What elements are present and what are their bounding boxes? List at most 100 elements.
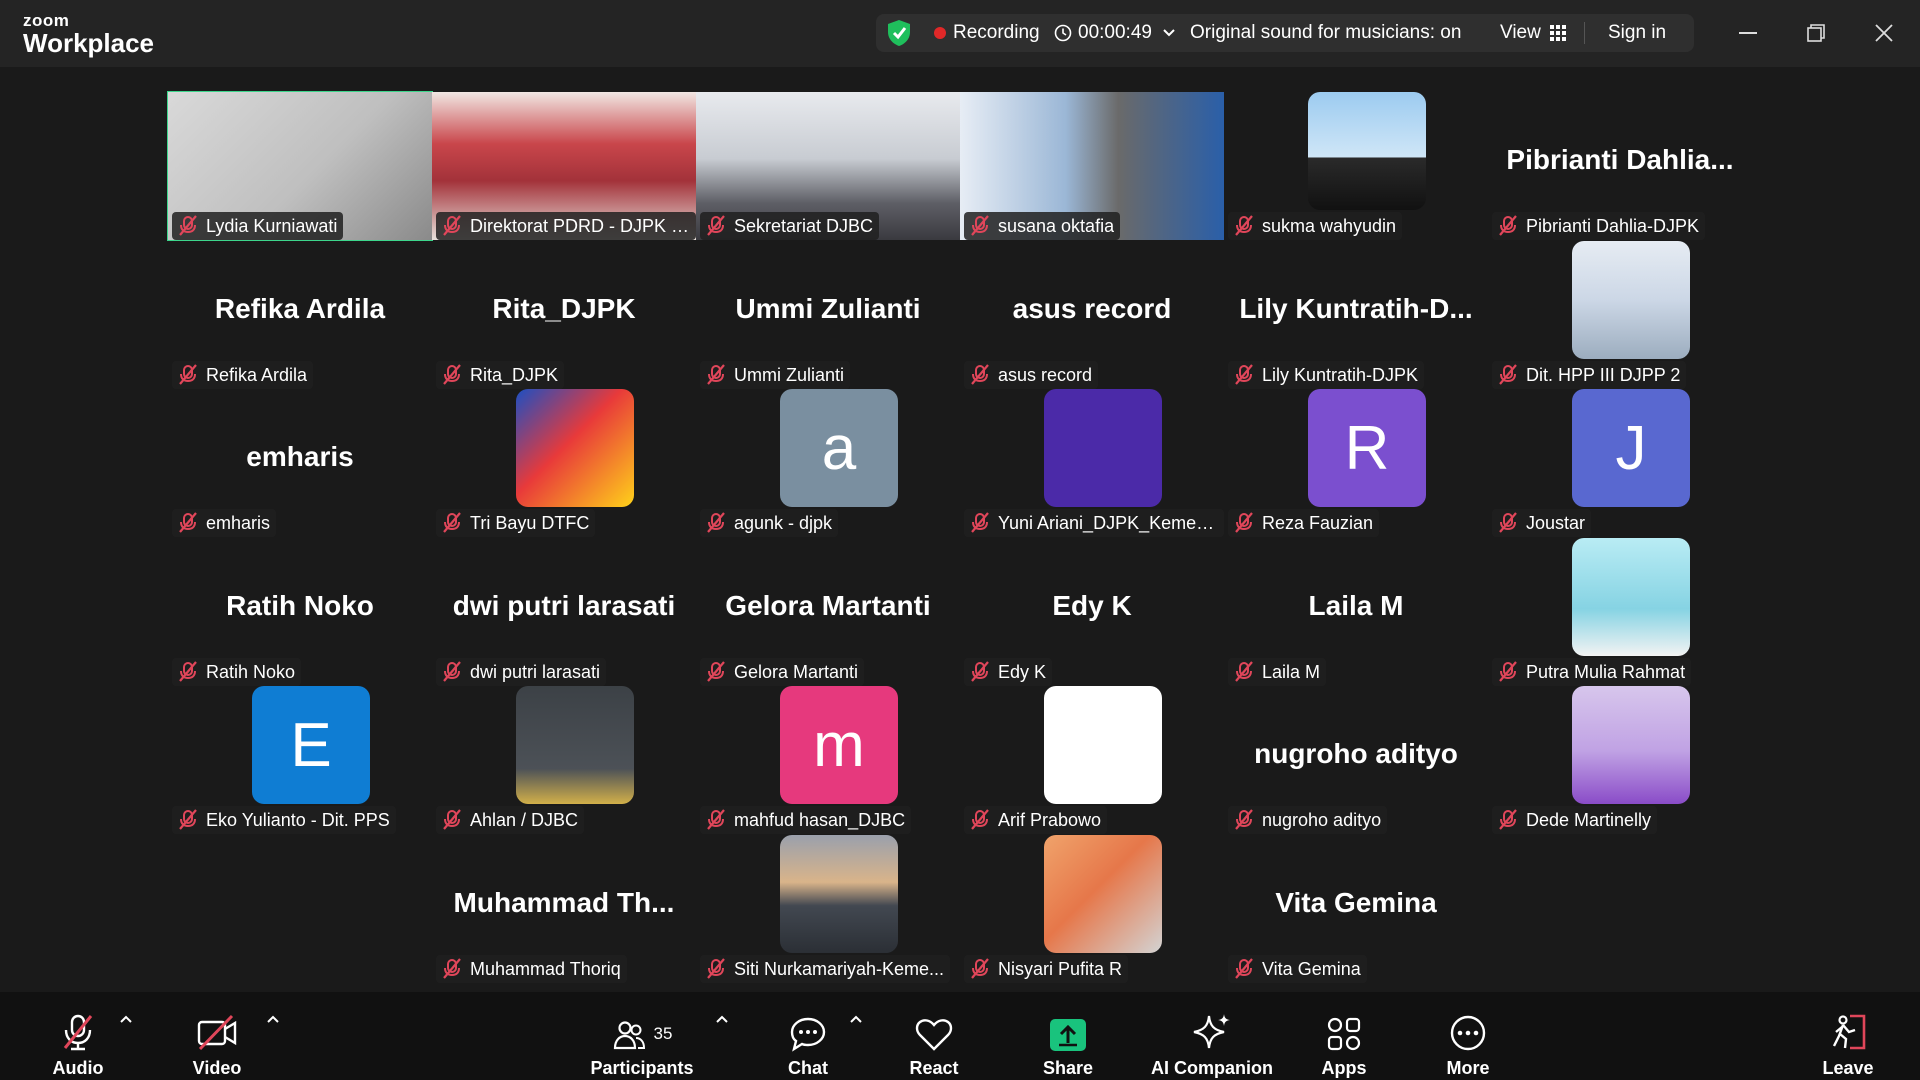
mic-muted-icon xyxy=(1499,512,1517,533)
grid-view-icon xyxy=(1549,25,1566,41)
mic-muted-icon xyxy=(443,958,461,979)
participant-tile[interactable]: Pibrianti Dahlia... Pibrianti Dahlia-DJPK xyxy=(1488,92,1752,240)
participant-name-label: Ummi Zulianti xyxy=(700,361,851,389)
participant-tile[interactable]: asus record asus record xyxy=(960,241,1224,389)
participant-name: dwi putri larasati xyxy=(470,661,601,682)
participant-name-label: asus record xyxy=(964,361,1099,389)
participant-tile[interactable]: Ratih Noko Ratih Noko xyxy=(168,538,432,686)
ai-companion-button[interactable]: AI Companion xyxy=(1150,992,1274,1080)
recording-indicator[interactable]: Recording xyxy=(934,14,1040,52)
participants-button[interactable]: 35 Participants xyxy=(590,992,694,1080)
participant-display-name: Rita_DJPK xyxy=(492,293,636,324)
participant-tile[interactable]: Edy K Edy K xyxy=(960,538,1224,686)
sign-in-button[interactable]: Sign in xyxy=(1608,14,1666,52)
mic-muted-icon xyxy=(443,215,461,236)
mic-muted-icon xyxy=(443,364,461,385)
participant-display-name: Pibrianti Dahlia... xyxy=(1506,144,1734,175)
participant-tile[interactable]: Nisyari Pufita R xyxy=(960,835,1224,983)
participant-tile[interactable]: Refika Ardila Refika Ardila xyxy=(168,241,432,389)
view-label: View xyxy=(1500,22,1541,43)
mic-muted-icon xyxy=(707,364,725,385)
participant-name-label: Reza Fauzian xyxy=(1228,509,1380,537)
participant-tile[interactable]: Dit. HPP III DJPP 2 xyxy=(1488,241,1752,389)
mic-muted-icon xyxy=(707,512,725,533)
original-sound-status[interactable]: Original sound for musicians: on xyxy=(1190,14,1461,52)
recording-label: Recording xyxy=(953,22,1040,43)
video-button[interactable]: Video xyxy=(180,992,254,1080)
participant-tile[interactable]: J Joustar xyxy=(1488,389,1752,537)
participant-tile[interactable]: dwi putri larasati dwi putri larasati xyxy=(432,538,696,686)
participant-tile[interactable]: Gelora Martanti Gelora Martanti xyxy=(696,538,960,686)
apps-button[interactable]: Apps xyxy=(1316,992,1372,1080)
participants-options-chevron-up-icon[interactable] xyxy=(714,1012,730,1026)
avatar-photo xyxy=(1044,686,1162,804)
share-button[interactable]: Share xyxy=(1040,992,1096,1080)
chat-button[interactable]: Chat xyxy=(780,992,836,1080)
view-button[interactable]: View xyxy=(1500,14,1566,52)
participant-display-name: emharis xyxy=(246,441,354,472)
participant-name-label: Refika Ardila xyxy=(172,361,314,389)
participant-tile[interactable]: Ahlan / DJBC xyxy=(432,686,696,834)
participant-tile[interactable]: E Eko Yulianto - Dit. PPS xyxy=(168,686,432,834)
chevron-down-icon xyxy=(1163,29,1175,37)
participant-tile[interactable]: R Reza Fauzian xyxy=(1224,389,1488,537)
participant-tile[interactable]: emharis emharis xyxy=(168,389,432,537)
participant-tile[interactable]: Tri Bayu DTFC xyxy=(432,389,696,537)
audio-button[interactable]: Audio xyxy=(42,992,114,1080)
mic-muted-icon xyxy=(707,661,725,682)
restore-button[interactable] xyxy=(1798,16,1834,50)
meeting-info-bar: Recording 00:00:49 Original sound for mu… xyxy=(876,14,1694,52)
chat-options-chevron-up-icon[interactable] xyxy=(848,1012,864,1026)
participant-tile[interactable]: Putra Mulia Rahmat xyxy=(1488,538,1752,686)
participant-tile[interactable]: Direktorat PDRD - DJPK - ... xyxy=(432,92,696,240)
encryption-shield-icon[interactable] xyxy=(886,14,912,52)
participant-tile[interactable]: Rita_DJPK Rita_DJPK xyxy=(432,241,696,389)
participant-tile[interactable]: sukma wahyudin xyxy=(1224,92,1488,240)
top-bar: zoom Workplace Recording 00:00:49 Origin… xyxy=(0,0,1920,67)
participant-tile[interactable]: nugroho adityo nugroho adityo xyxy=(1224,686,1488,834)
participant-tile[interactable]: Ummi Zulianti Ummi Zulianti xyxy=(696,241,960,389)
audio-options-chevron-up-icon[interactable] xyxy=(118,1012,134,1026)
react-button[interactable]: React xyxy=(904,992,964,1080)
participants-count: 35 xyxy=(653,1024,673,1043)
leave-button[interactable]: Leave xyxy=(1818,992,1878,1080)
chat-label: Chat xyxy=(788,1058,828,1078)
mic-muted-icon xyxy=(1235,809,1253,830)
participant-display-name: Ummi Zulianti xyxy=(735,293,921,324)
participant-tile[interactable]: Laila M Laila M xyxy=(1224,538,1488,686)
participant-tile[interactable]: Yuni Ariani_DJPK_Kemen... xyxy=(960,389,1224,537)
participant-tile[interactable]: Muhammad Th... Muhammad Thoriq xyxy=(432,835,696,983)
participant-display-name: dwi putri larasati xyxy=(452,590,676,621)
participant-name-label: agunk - djpk xyxy=(700,509,839,537)
meeting-timer[interactable]: 00:00:49 xyxy=(1054,14,1176,52)
participant-tile[interactable]: susana oktafia xyxy=(960,92,1224,240)
participant-tile[interactable]: Arif Prabowo xyxy=(960,686,1224,834)
more-button[interactable]: More xyxy=(1440,992,1496,1080)
participant-tile[interactable]: Dede Martinelly xyxy=(1488,686,1752,834)
participant-name: asus record xyxy=(998,364,1093,385)
avatar-photo xyxy=(1572,241,1690,359)
minimize-button[interactable] xyxy=(1730,16,1766,50)
timer-value: 00:00:49 xyxy=(1078,22,1152,43)
participant-tile[interactable]: Siti Nurkamariyah-Keme... xyxy=(696,835,960,983)
participant-tile[interactable]: a agunk - djpk xyxy=(696,389,960,537)
participant-tile[interactable]: Sekretariat DJBC xyxy=(696,92,960,240)
clock-icon xyxy=(1054,24,1072,42)
participant-name-label: nugroho adityo xyxy=(1228,806,1388,834)
close-button[interactable] xyxy=(1866,16,1902,50)
mic-muted-icon xyxy=(443,661,461,682)
participant-name: agunk - djpk xyxy=(734,512,833,533)
video-options-chevron-up-icon[interactable] xyxy=(265,1012,281,1026)
leave-label: Leave xyxy=(1822,1058,1874,1078)
participant-name-label: dwi putri larasati xyxy=(436,658,607,686)
participant-display-name: Edy K xyxy=(1052,590,1132,621)
participant-tile[interactable]: Lily Kuntratih-D... Lily Kuntratih-DJPK xyxy=(1224,241,1488,389)
participant-tile[interactable]: m mahfud hasan_DJBC xyxy=(696,686,960,834)
participant-tile[interactable]: Lydia Kurniawati xyxy=(167,91,433,241)
participant-tile[interactable]: Vita Gemina Vita Gemina xyxy=(1224,835,1488,983)
participant-display-name: Gelora Martanti xyxy=(725,590,931,621)
participant-name: sukma wahyudin xyxy=(1262,215,1397,236)
mic-muted-icon xyxy=(179,215,197,236)
participant-name-label: Ahlan / DJBC xyxy=(436,806,585,834)
participant-name-label: mahfud hasan_DJBC xyxy=(700,806,912,834)
